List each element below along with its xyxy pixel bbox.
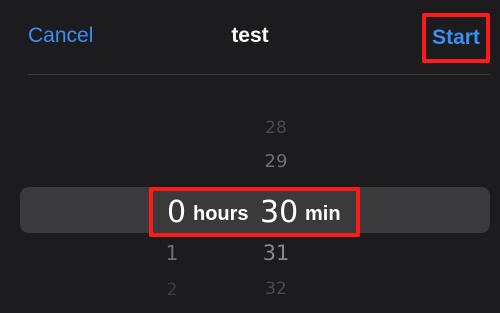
hours-selected-value[interactable]: 0 bbox=[167, 198, 186, 228]
header-divider bbox=[28, 74, 490, 75]
hours-option[interactable]: 2 bbox=[167, 282, 178, 299]
minutes-selected-value[interactable]: 30 bbox=[260, 198, 298, 228]
minutes-option[interactable]: 32 bbox=[265, 281, 287, 298]
minutes-unit-label: min bbox=[305, 203, 341, 225]
duration-picker[interactable]: 1 2 28 29 31 32 0 hours 30 min bbox=[0, 76, 500, 313]
minutes-option[interactable]: 29 bbox=[265, 153, 288, 171]
timer-sheet: Cancel test Start 1 2 28 29 31 32 0 hour… bbox=[0, 0, 500, 313]
minutes-option[interactable]: 31 bbox=[263, 243, 290, 264]
minutes-option[interactable]: 28 bbox=[265, 120, 287, 137]
hours-option[interactable]: 1 bbox=[166, 243, 179, 263]
cancel-button[interactable]: Cancel bbox=[28, 24, 93, 48]
hours-unit-label: hours bbox=[193, 203, 249, 225]
selected-duration: 0 hours 30 min bbox=[149, 187, 360, 237]
start-button[interactable]: Start bbox=[422, 13, 490, 63]
